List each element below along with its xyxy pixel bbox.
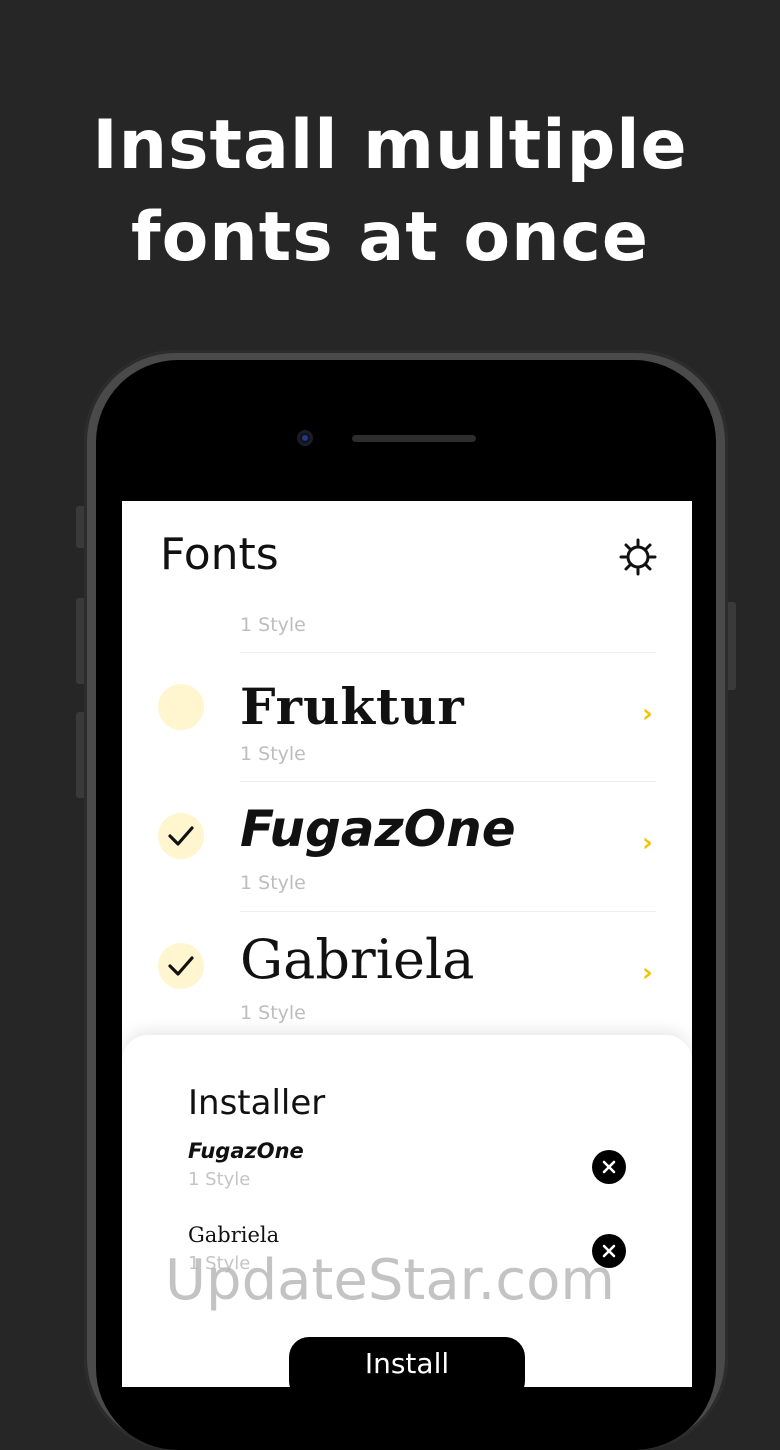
installer-item-name: FugazOne [188, 1139, 304, 1163]
volume-up-button [76, 598, 84, 684]
font-row-fruktur[interactable]: Fruktur 1 Style › [122, 653, 692, 781]
headline: Install multiple fonts at once [0, 100, 780, 284]
checkmark-icon [168, 956, 194, 976]
font-name: Fruktur [240, 677, 465, 736]
installer-title: Installer [188, 1083, 326, 1123]
installer-sheet: Installer FugazOne 1 Style Gabriela 1 St… [122, 1035, 692, 1387]
remove-item-button[interactable] [592, 1150, 626, 1184]
partial-row-style: 1 Style [240, 614, 306, 636]
select-circle[interactable] [158, 943, 204, 989]
volume-down-button [76, 712, 84, 798]
mute-switch [76, 506, 84, 548]
checkmark-icon [168, 826, 194, 846]
chevron-right-icon[interactable]: › [642, 958, 653, 988]
install-button[interactable]: Install [289, 1337, 525, 1387]
font-row-gabriela[interactable]: Gabriela 1 Style › [122, 912, 692, 1041]
select-circle[interactable] [158, 813, 204, 859]
power-button [728, 602, 736, 690]
installer-item-name: Gabriela [188, 1223, 280, 1247]
gear-icon [619, 538, 657, 576]
chevron-right-icon[interactable]: › [642, 699, 653, 729]
watermark: UpdateStar.com [165, 1248, 615, 1313]
headline-line-1: Install multiple [92, 106, 688, 185]
installer-item-style: 1 Style [188, 1169, 251, 1190]
chevron-right-icon[interactable]: › [642, 828, 653, 858]
font-name: Gabriela [240, 928, 475, 991]
front-camera [297, 430, 313, 446]
headline-line-2: fonts at once [131, 198, 649, 277]
font-style-count: 1 Style [240, 1002, 306, 1024]
earpiece-speaker [352, 435, 476, 442]
settings-button[interactable] [618, 537, 658, 577]
font-row-fugazone[interactable]: FugazOne 1 Style › [122, 782, 692, 911]
page-title: Fonts [160, 529, 279, 580]
close-icon [602, 1160, 616, 1174]
select-circle[interactable] [158, 684, 204, 730]
font-style-count: 1 Style [240, 872, 306, 894]
font-name: FugazOne [240, 800, 516, 858]
font-style-count: 1 Style [240, 743, 306, 765]
